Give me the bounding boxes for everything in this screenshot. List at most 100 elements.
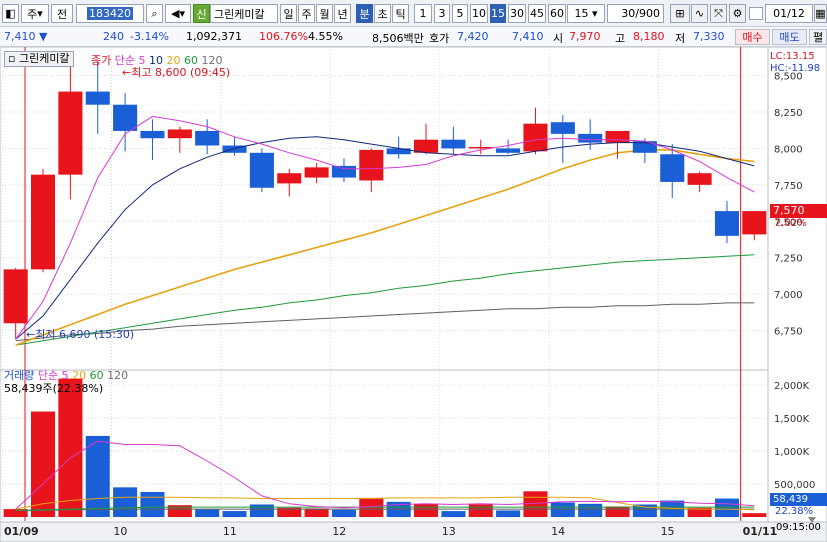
buy-button[interactable]: 매수 xyxy=(735,29,770,45)
candle-body xyxy=(523,123,548,152)
volume-bar xyxy=(714,498,740,517)
period-button[interactable]: 주 ▾ xyxy=(21,4,49,23)
count-field[interactable]: 30/900 xyxy=(607,4,664,23)
volume-bar xyxy=(578,503,603,517)
low-label: 저 xyxy=(675,32,686,45)
low-price: 7,330 xyxy=(693,30,725,43)
price-tick-label: 6,750 xyxy=(774,327,803,338)
price-panel-frame xyxy=(0,47,769,371)
window-menu-icon[interactable]: ◧ xyxy=(2,4,19,23)
volume-bar xyxy=(195,509,220,517)
timeframe-0[interactable]: 일 xyxy=(280,4,297,23)
volume-bar xyxy=(113,487,138,517)
open-price: 7,970 xyxy=(569,30,601,43)
time-readout: 09:15:00 xyxy=(776,522,821,533)
settings-icon[interactable]: ⚙ xyxy=(729,4,746,23)
chart-toolbar: ◧ 주 ▾ 전 183420 ⌕ ◀▾ 신 그린케미칼 일주월년분초틱 1 3 5 10… xyxy=(0,0,827,27)
time-tick-label: 12 xyxy=(332,525,346,538)
stock-name-field[interactable]: 그린케미칼 xyxy=(210,4,278,23)
interval-1[interactable]: 1 xyxy=(414,4,432,23)
volume-bar xyxy=(304,508,329,517)
candle-body xyxy=(687,173,712,185)
timeframe-1[interactable]: 주 xyxy=(298,4,315,23)
volume-tick-label: 1,000K xyxy=(774,447,810,458)
volume-bar xyxy=(85,435,110,517)
timeframe-4[interactable]: 분 xyxy=(356,4,373,23)
candle-body xyxy=(58,91,83,175)
price-tick-label: 7,250 xyxy=(774,254,803,265)
chart-title-box[interactable]: ▫ 그린케미칼 xyxy=(4,51,74,67)
candle-body xyxy=(660,154,685,182)
low-annotation: ←최저 6,690 (15:30) xyxy=(26,328,135,341)
interval-10[interactable]: 10 xyxy=(470,4,488,23)
timeframe-2[interactable]: 월 xyxy=(316,4,333,23)
candle-body xyxy=(605,130,630,143)
volume-bar xyxy=(605,506,630,517)
ask-price: 7,420 xyxy=(457,30,489,43)
turnover: 4.55% xyxy=(308,30,343,43)
interval-3[interactable]: 3 xyxy=(434,4,450,23)
stock-code-input[interactable]: 183420 xyxy=(76,4,144,23)
candle-body xyxy=(496,148,521,153)
stock-code-value: 183420 xyxy=(87,7,133,20)
search-icon[interactable]: ⌕ xyxy=(146,4,163,23)
interval-5[interactable]: 5 xyxy=(452,4,468,23)
volume-tick-label: 2,000K xyxy=(774,381,810,392)
last-volume-tag: 58,439 xyxy=(770,493,827,506)
candle-body xyxy=(277,173,302,184)
date-field[interactable]: 01/12 xyxy=(765,4,813,23)
time-tick-label: 13 xyxy=(442,525,456,538)
interval-60[interactable]: 60 xyxy=(548,4,566,23)
time-tick-label: 11 xyxy=(223,525,237,538)
candle-body xyxy=(304,167,329,178)
all-button[interactable]: 전 xyxy=(51,4,73,23)
timeframe-6[interactable]: 틱 xyxy=(392,4,409,23)
candle-body xyxy=(578,133,603,143)
time-tick-label: 01/11 xyxy=(743,525,778,538)
trade-amount: 8,506백만 xyxy=(372,32,424,45)
time-tick-label: 15 xyxy=(661,525,675,538)
chart-type-icon[interactable]: ∿ xyxy=(691,4,708,23)
interval-select[interactable]: 15 ▾ xyxy=(567,4,605,23)
interval-30[interactable]: 30 xyxy=(508,4,526,23)
cross-icon[interactable]: ⤧ xyxy=(710,4,727,23)
ask-label: 호가 xyxy=(429,32,450,45)
stock-chart[interactable]: 8,5008,2508,0007,7507,5007,2507,0006,750… xyxy=(0,47,827,542)
time-tick-label: 10 xyxy=(113,525,127,538)
timeframe-5[interactable]: 초 xyxy=(374,4,391,23)
grid-icon[interactable]: ⊞ xyxy=(670,4,690,23)
calendar-icon[interactable]: ▦ xyxy=(814,4,827,23)
high-annotation: ←최고 8,600 (09:45) xyxy=(122,66,231,79)
price-tick-label: 7,750 xyxy=(774,181,803,192)
change-amount: 240 xyxy=(103,30,124,43)
current-price-value: 7,410 xyxy=(4,30,36,43)
expand-button[interactable]: 펼 xyxy=(809,29,827,45)
candle-body xyxy=(441,139,466,149)
hc-value: HC:-11.98 xyxy=(770,63,821,74)
volume-current: 58,439주(22.38%) xyxy=(4,382,104,395)
volume-bar xyxy=(413,503,439,517)
sell-button[interactable]: 매도 xyxy=(772,29,807,45)
date-checkbox[interactable] xyxy=(749,7,763,20)
volume-bar xyxy=(742,513,767,517)
time-tick-label: 14 xyxy=(551,525,565,538)
candle-body xyxy=(359,149,384,181)
speaker-icon[interactable]: ◀▾ xyxy=(165,4,191,23)
volume-bar xyxy=(632,504,657,517)
candle-body xyxy=(113,104,138,131)
volume-tick-label: 1,500K xyxy=(774,414,810,425)
legend-vol-ma120: 120 xyxy=(107,369,129,382)
volume-bar xyxy=(249,504,274,517)
volume-bar xyxy=(140,491,165,517)
candle-body xyxy=(249,152,274,188)
price-tick-label: 8,250 xyxy=(774,108,803,119)
price-tick-label: 8,000 xyxy=(774,144,803,155)
timeframe-3[interactable]: 년 xyxy=(334,4,351,23)
interval-active[interactable]: 15 xyxy=(490,4,506,23)
interval-45[interactable]: 45 xyxy=(528,4,546,23)
current-price: 7,410 ▼ xyxy=(4,30,48,43)
high-price: 8,180 xyxy=(633,30,665,43)
high-annotation-text: 최고 8,600 (09:45) xyxy=(131,66,231,79)
last-volume-pct: 22.38% xyxy=(775,506,814,517)
volume-bar xyxy=(30,411,56,517)
